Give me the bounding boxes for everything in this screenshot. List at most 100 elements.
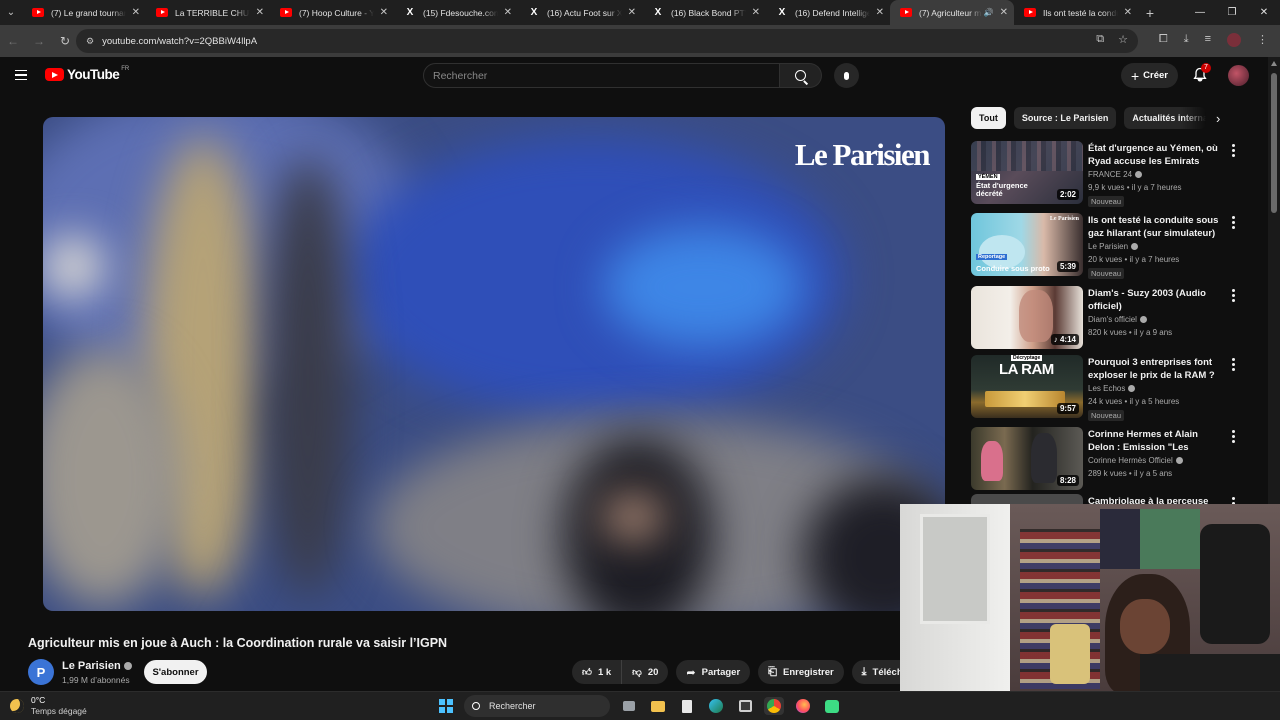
task-view-icon[interactable] [619,697,639,715]
subscribe-button[interactable]: S'abonner [144,660,207,684]
menu-icon[interactable] [15,70,27,80]
like-button[interactable]: 👍︎ 1 k [572,660,621,684]
video-thumbnail[interactable]: 8:28 [971,427,1083,490]
scroll-up-icon[interactable] [1271,61,1277,66]
store-icon[interactable] [735,697,755,715]
video-duration: ♪ 4:14 [1050,334,1079,345]
chrome-icon[interactable] [764,697,784,715]
browser-tab[interactable]: (7) Le grand tournant ✕ [22,0,146,25]
streaming-app-icon[interactable] [822,697,842,715]
browser-tab[interactable]: La TERRIBLE CHUTE de ✕ [146,0,270,25]
video-thumbnail[interactable]: Le Parisien Reportage Conduire sous prot… [971,213,1083,276]
recommended-video[interactable]: Cambriolage à la perceuse [971,494,1251,504]
video-thumbnail[interactable]: Décryptage LA RAM 9:57 [971,355,1083,418]
verified-icon [123,662,132,671]
firefox-icon[interactable] [793,697,813,715]
recommended-title[interactable]: État d'urgence au Yémen, où Ryad accuse … [1088,142,1224,168]
site-info-icon[interactable]: ⚙ [86,36,94,47]
close-tab-icon[interactable]: ✕ [256,7,264,18]
recommended-title[interactable]: Cambriolage à la perceuse [1088,495,1224,504]
close-tab-icon[interactable]: ✕ [380,7,388,18]
scrollbar-thumb[interactable] [1271,73,1277,213]
more-options-icon[interactable] [1232,216,1235,229]
recommended-title[interactable]: Ils ont testé la conduite sous gaz hilar… [1088,214,1224,240]
browser-tab[interactable]: X (16) Black Bond PTV ✕ [642,0,766,25]
browser-tab[interactable]: Ils ont testé la condu ✕ [1014,0,1138,25]
video-thumbnail[interactable]: ♪ 4:14 [971,286,1083,349]
recommended-video[interactable]: Le Parisien Reportage Conduire sous prot… [971,213,1251,279]
recommended-title[interactable]: Diam's - Suzy 2003 (Audio officiel) [1088,287,1224,313]
chip-source[interactable]: Source : Le Parisien [1013,107,1117,129]
browser-tab[interactable]: X (15) Fdesouche.com ✕ [394,0,518,25]
close-tab-icon[interactable]: ✕ [504,7,512,18]
audio-playing-icon[interactable]: 🔊 [984,8,994,17]
chip-all[interactable]: Tout [971,107,1006,129]
forward-icon[interactable]: → [26,34,52,48]
chevron-right-icon[interactable]: › [1216,111,1220,126]
notifications-button[interactable]: 7 [1192,63,1211,83]
dislike-button[interactable]: 👎︎ 20 [621,660,668,684]
thumbnail-image [971,141,1083,171]
close-tab-icon[interactable]: ✕ [132,7,140,18]
browser-tab[interactable]: X (16) Defend Intellige ✕ [766,0,890,25]
create-button[interactable]: + Créer [1121,63,1178,88]
taskbar-search[interactable]: Rechercher [464,695,610,717]
weather-widget[interactable]: 0°C Temps dégagé [10,695,87,717]
address-bar[interactable]: ⚙ youtube.com/watch?v=2QBBiW4llpA [76,29,1138,53]
account-avatar[interactable] [1228,65,1249,86]
close-tab-icon[interactable]: ✕ [752,7,760,18]
browser-tab-active[interactable]: (7) Agriculteur m 🔊 ✕ [890,0,1014,25]
search-button[interactable] [780,63,822,88]
maximize-icon[interactable]: ❐ [1216,7,1248,18]
close-tab-icon[interactable]: ✕ [1000,7,1008,18]
close-tab-icon[interactable]: ✕ [628,7,636,18]
share-button[interactable]: ➦ Partager [676,660,751,684]
more-options-icon[interactable] [1232,144,1235,157]
channel-avatar[interactable]: P [28,659,54,685]
new-tab-button[interactable]: + [1138,5,1162,21]
close-tab-icon[interactable]: ✕ [876,7,884,18]
extensions-icon[interactable]: ⧠ [1159,33,1168,47]
notepad-icon[interactable] [677,697,697,715]
channel-text: Corinne Hermès Officiel [1088,456,1173,465]
bookmark-star-icon[interactable]: ☆ [1118,33,1128,46]
open-in-app-icon[interactable]: ⧉ [1096,33,1104,46]
recommended-video[interactable]: YÉMEN État d'urgence décrété 2:02 État d… [971,141,1251,207]
search-input[interactable]: Rechercher [423,63,780,88]
more-options-icon[interactable] [1232,358,1235,371]
recommended-video[interactable]: 8:28 Corinne Hermes et Alain Delon : Emi… [971,427,1251,491]
video-player[interactable]: Le Parisien [43,117,945,611]
recommended-title[interactable]: Corinne Hermes et Alain Delon : Emission… [1088,428,1224,454]
save-button[interactable]: ⎗ Enregistrer [758,660,844,684]
browser-tab[interactable]: (7) Hoop Culture - Yo ✕ [270,0,394,25]
recommended-video[interactable]: ♪ 4:14 Diam's - Suzy 2003 (Audio officie… [971,286,1251,350]
browser-tab[interactable]: X (16) Actu Foot sur X ✕ [518,0,642,25]
mic-icon [844,71,849,80]
recommended-video[interactable]: Décryptage LA RAM 9:57 Pourquoi 3 entrep… [971,355,1251,421]
video-thumbnail[interactable] [971,494,1083,504]
tab-search-chevron-icon[interactable]: ⌄ [0,2,22,24]
more-options-icon[interactable] [1232,289,1235,302]
more-options-icon[interactable] [1232,497,1235,504]
windows-start-icon[interactable] [439,699,453,713]
channel-watermark: Le Parisien [794,137,931,172]
close-window-icon[interactable]: ✕ [1248,7,1280,18]
close-tab-icon[interactable]: ✕ [1124,7,1132,18]
media-control-icon[interactable]: ≡ [1205,33,1211,47]
edge-icon[interactable] [706,697,726,715]
youtube-logo[interactable]: YouTube FR [45,66,129,82]
reload-icon[interactable]: ↻ [52,34,78,48]
browser-menu-icon[interactable]: ⋮ [1257,33,1268,47]
profile-icon[interactable] [1227,33,1241,47]
back-icon[interactable]: ← [0,34,26,48]
voice-search-button[interactable] [834,63,859,88]
minimize-icon[interactable]: — [1184,7,1216,18]
more-options-icon[interactable] [1232,430,1235,443]
chip-international-news[interactable]: Actualités internat [1124,107,1207,129]
file-explorer-icon[interactable] [648,697,668,715]
recommended-title[interactable]: Pourquoi 3 entreprises font exploser le … [1088,356,1224,382]
recommended-meta: 24 k vues • il y a 5 heures [1088,397,1180,406]
downloads-icon[interactable]: ⤓ [1184,33,1189,47]
channel-name[interactable]: Le Parisien [62,660,132,672]
video-thumbnail[interactable]: YÉMEN État d'urgence décrété 2:02 [971,141,1083,204]
